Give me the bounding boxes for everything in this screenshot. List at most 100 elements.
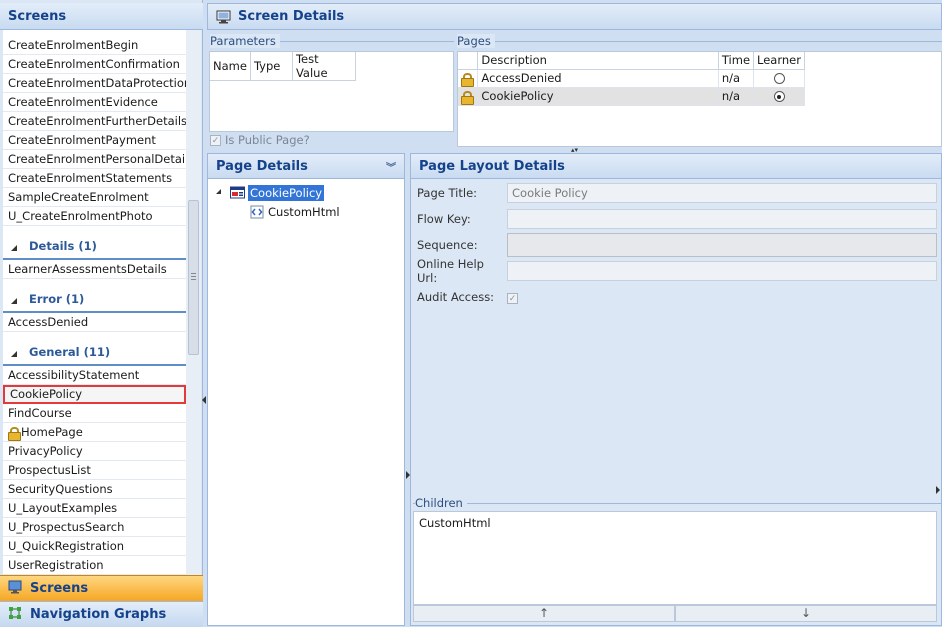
monitor-icon	[216, 10, 231, 24]
screen-list-item-label: CreateEnrolmentBegin	[8, 38, 139, 52]
learner-radio[interactable]	[773, 73, 785, 84]
arrow-down-icon: ↓	[800, 606, 812, 620]
param-col-type[interactable]: Type	[250, 52, 293, 81]
flow-key-field[interactable]	[507, 209, 937, 229]
nav-graphs-button[interactable]: Navigation Graphs	[0, 601, 203, 627]
expand-right-icon[interactable]	[936, 486, 940, 494]
pages-row[interactable]: CookiePolicy n/a	[458, 87, 805, 106]
screen-list-item-label: SecurityQuestions	[8, 482, 113, 496]
sequence-field[interactable]	[507, 233, 937, 257]
pages-row[interactable]: AccessDenied n/a	[458, 69, 805, 88]
code-icon	[250, 205, 265, 222]
nav-graphs-label: Navigation Graphs	[30, 607, 167, 622]
screen-list-item[interactable]: CreateEnrolmentBegin	[3, 36, 186, 55]
collapse-arrow-icon[interactable]	[11, 298, 17, 304]
page-layout-details-title: Page Layout Details	[419, 158, 565, 174]
group-header-error[interactable]: Error (1)	[3, 279, 186, 313]
screen-list-item[interactable]: CreateEnrolmentPayment	[3, 131, 186, 150]
screen-list-item-label: UserRegistration	[8, 558, 104, 572]
nav-screens-button[interactable]: Screens	[0, 575, 203, 601]
collapse-double-chevron-icon[interactable]: ︾	[386, 159, 396, 174]
children-list[interactable]: CustomHtml	[413, 511, 937, 605]
screen-list-item[interactable]: AccessDenied	[3, 313, 186, 332]
learner-radio-selected[interactable]	[773, 91, 785, 102]
group-header-details[interactable]: Details (1)	[3, 226, 186, 260]
screen-list-item[interactable]: UserRegistration	[3, 556, 186, 575]
graph-icon	[8, 606, 22, 624]
tree-node-root-label[interactable]: CookiePolicy	[248, 185, 325, 201]
tree-node-child-label[interactable]: CustomHtml	[268, 204, 340, 220]
screen-list-item[interactable]: CreateEnrolmentFurtherDetails	[3, 112, 186, 131]
audit-access-checkbox[interactable]: ✓	[507, 291, 518, 305]
tree-node-root[interactable]: CookiePolicy	[212, 184, 400, 203]
collapse-arrow-icon[interactable]	[11, 245, 17, 251]
scrollbar-thumb[interactable]	[188, 200, 199, 355]
pages-legend: Pages	[457, 34, 495, 48]
children-legend: Children	[415, 496, 467, 510]
page-details-title: Page Details	[216, 158, 308, 174]
param-col-name[interactable]: Name	[210, 52, 251, 81]
screen-list-item[interactable]: LearnerAssessmentsDetails	[3, 260, 186, 279]
screen-list-item[interactable]: HomePage	[3, 423, 186, 442]
screen-list-item[interactable]: FindCourse	[3, 404, 186, 423]
screen-list-item-label: PrivacyPolicy	[8, 444, 83, 458]
collapse-left-icon[interactable]	[202, 396, 206, 404]
screen-list-item[interactable]: CreateEnrolmentDataProtection	[3, 74, 186, 93]
screen-list-item[interactable]: SampleCreateEnrolment	[3, 188, 186, 207]
screen-list[interactable]: CreateEnrolmentBegin CreateEnrolmentConfi…	[3, 30, 186, 575]
group-label-error: Error (1)	[29, 292, 85, 306]
move-up-button[interactable]: ↑	[413, 605, 675, 622]
screen-list-item-label: AccessDenied	[8, 315, 89, 329]
move-down-button[interactable]: ↓	[675, 605, 937, 622]
page-tree[interactable]: CookiePolicy CustomHtml	[212, 184, 400, 222]
parameters-grid[interactable]: Name Type Test Value	[209, 51, 454, 132]
pages-row-time: n/a	[718, 69, 755, 88]
pages-grid[interactable]: Description Time Learner AccessDenied n/…	[457, 51, 942, 147]
child-item[interactable]: CustomHtml	[419, 516, 931, 530]
pages-col-description[interactable]: Description	[477, 52, 719, 70]
screen-list-item-label: CreateEnrolmentPayment	[8, 133, 156, 147]
screen-list-item[interactable]: CreateEnrolmentConfirmation	[3, 55, 186, 74]
group-header-general[interactable]: General (11)	[3, 332, 186, 366]
screen-list-item[interactable]: CreateEnrolmentStatements	[3, 169, 186, 188]
page-title-field[interactable]: Cookie Policy	[507, 183, 937, 203]
screen-list-item[interactable]: PrivacyPolicy	[3, 442, 186, 461]
screen-list-item[interactable]: U_ProspectusSearch	[3, 518, 186, 537]
tree-node-child[interactable]: CustomHtml	[212, 203, 400, 222]
is-public-checkbox[interactable]: ✓ Is Public Page?	[210, 133, 310, 147]
screen-list-item[interactable]: SecurityQuestions	[3, 480, 186, 499]
screen-list-item[interactable]: CreateEnrolmentEvidence	[3, 93, 186, 112]
help-url-field[interactable]	[507, 261, 937, 281]
arrow-up-icon: ↑	[538, 606, 550, 620]
screens-panel: Screens CreateEnrolmentBegin CreateEnrolm…	[0, 0, 203, 627]
screen-list-item-label: U_QuickRegistration	[8, 539, 125, 553]
screen-list-item[interactable]: ProspectusList	[3, 461, 186, 480]
page-title-label: Page Title:	[417, 186, 478, 200]
audit-access-label: Audit Access:	[417, 290, 495, 304]
screen-list-item-label: U_CreateEnrolmentPhoto	[8, 209, 153, 223]
nav-screens-label: Screens	[30, 581, 89, 596]
checkmark-icon: ✓	[210, 134, 221, 146]
screens-panel-title: Screens	[0, 3, 203, 30]
pages-row-description: AccessDenied	[477, 69, 719, 88]
screen-list-item-label: CreateEnrolmentEvidence	[8, 95, 158, 109]
screen-list-item[interactable]: CreateEnrolmentPersonalDetails	[3, 150, 186, 169]
pages-section: Pages Description Time Learner AccessDen…	[455, 31, 942, 148]
screen-list-item[interactable]: U_LayoutExamples	[3, 499, 186, 518]
group-label-details: Details (1)	[29, 239, 97, 253]
sequence-label: Sequence:	[417, 238, 478, 252]
tree-expand-icon[interactable]	[216, 189, 221, 194]
pages-col-learner[interactable]: Learner	[753, 52, 805, 70]
parameters-legend: Parameters	[210, 34, 280, 48]
collapse-arrow-icon[interactable]	[11, 351, 17, 357]
pages-col-time[interactable]: Time	[718, 52, 755, 70]
screen-list-item[interactable]: U_CreateEnrolmentPhoto	[3, 207, 186, 226]
param-col-testvalue[interactable]: Test Value	[292, 52, 356, 81]
help-url-label: Online Help Url:	[417, 257, 484, 285]
screen-list-item[interactable]: U_QuickRegistration	[3, 537, 186, 556]
screen-list-item-label: HomePage	[21, 425, 83, 439]
screen-list-item-label: CreateEnrolmentFurtherDetails	[8, 114, 186, 128]
screen-list-item[interactable]: CookiePolicy	[3, 385, 186, 404]
screen-list-item[interactable]: AccessibilityStatement	[3, 366, 186, 385]
screen-details-header: Screen Details	[207, 3, 942, 30]
